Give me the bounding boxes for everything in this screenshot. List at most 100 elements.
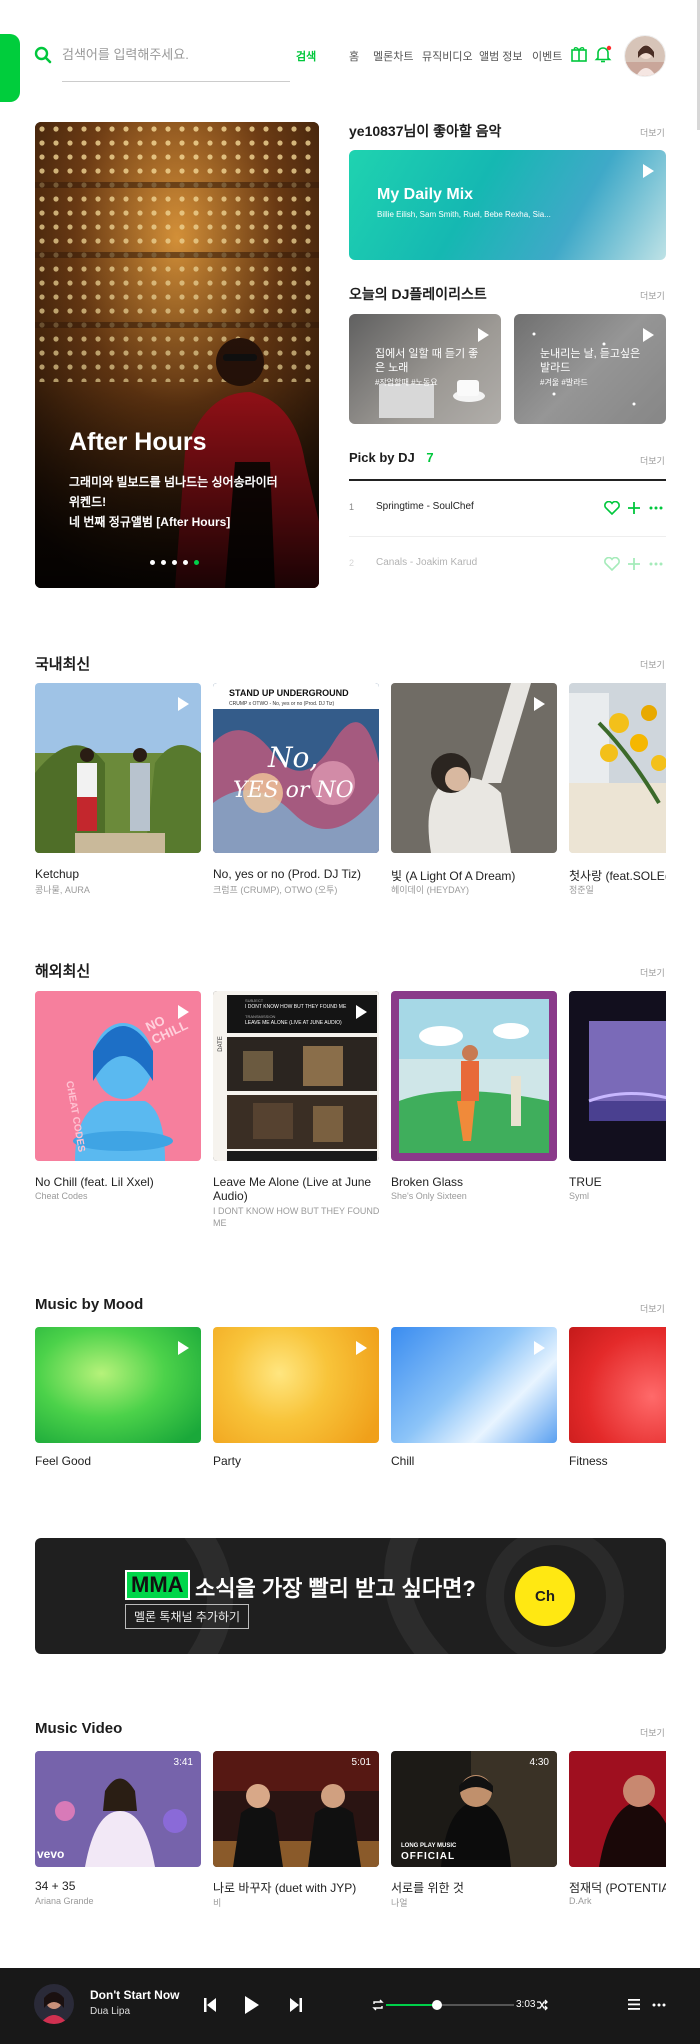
nav-event[interactable]: 이벤트 (532, 48, 562, 64)
add-icon[interactable] (627, 557, 641, 571)
play-icon[interactable] (643, 328, 654, 342)
daily-mix-card[interactable]: My Daily Mix Billie Eilish, Sam Smith, R… (349, 150, 666, 260)
now-playing-cover[interactable] (34, 1984, 74, 2024)
next-icon[interactable] (289, 1997, 303, 2013)
play-icon[interactable] (534, 697, 545, 711)
album-title[interactable]: 첫사랑 (feat.SOLE(쏠)) (569, 867, 666, 884)
album-title[interactable]: Broken Glass (391, 1175, 557, 1189)
album-title[interactable]: No, yes or no (Prod. DJ Tiz) (213, 867, 379, 881)
video-tile[interactable]: 5:01 (213, 1751, 379, 1867)
dj-playlist-more-link[interactable]: 더보기 (640, 289, 665, 302)
track-row[interactable]: 2 Canals - Joakim Karud (349, 537, 666, 593)
gift-icon[interactable] (570, 45, 588, 63)
play-icon[interactable] (178, 697, 189, 711)
pick-more-link[interactable]: 더보기 (640, 454, 665, 467)
track-row[interactable]: 1 Springtime - SoulChef (349, 481, 666, 537)
more-icon[interactable] (649, 506, 663, 510)
more-icon[interactable] (649, 562, 663, 566)
video-artist[interactable]: Ariana Grande (35, 1896, 201, 1906)
video-artist[interactable]: D.Ark (569, 1896, 666, 1906)
video-title-text[interactable]: 서로를 위한 것 (391, 1879, 557, 1896)
mood-label[interactable]: Feel Good (35, 1454, 91, 1468)
play-icon[interactable] (356, 1341, 367, 1355)
album-tile[interactable] (569, 683, 666, 853)
overseas-more-link[interactable]: 더보기 (640, 966, 665, 979)
album-title[interactable]: TRUE (569, 1175, 666, 1189)
video-tile[interactable]: 4:30 LONG PLAY MUSIC OFFICIAL (391, 1751, 557, 1867)
previous-icon[interactable] (203, 1997, 217, 2013)
play-icon[interactable] (356, 691, 367, 705)
album-artist[interactable]: 콩나물, AURA (35, 883, 201, 896)
album-artist[interactable]: 정준일 (569, 883, 666, 896)
play-icon[interactable] (478, 328, 489, 342)
domestic-more-link[interactable]: 더보기 (640, 658, 665, 671)
pagination-dot[interactable] (172, 560, 177, 565)
album-tile[interactable] (391, 683, 557, 853)
play-icon[interactable] (178, 1005, 189, 1019)
album-artist[interactable]: 헤이데이 (HEYDAY) (391, 883, 557, 896)
bell-icon[interactable] (594, 45, 612, 63)
more-icon[interactable] (652, 2003, 666, 2007)
search-button[interactable]: 검색 (296, 48, 316, 64)
album-artist-line-1[interactable]: I DONT KNOW HOW BUT THEY FOUND (213, 1205, 379, 1217)
search-icon[interactable] (34, 46, 52, 64)
dj-playlist-card[interactable]: 집에서 일할 때 듣기 좋 은 노래 #작업할때 #노동요 (349, 314, 501, 424)
album-tile[interactable] (35, 683, 201, 853)
mood-tile[interactable] (35, 1327, 201, 1443)
mma-ad-banner[interactable]: MMA 소식을 가장 빨리 받고 싶다면? 멜론 톡채널 추가하기 Ch (35, 1538, 666, 1654)
shuffle-icon[interactable] (536, 1999, 548, 2011)
nav-chart[interactable]: 멜론차트 (373, 48, 413, 64)
album-artist[interactable]: Cheat Codes (35, 1191, 201, 1201)
video-title-text[interactable]: 34 + 35 (35, 1879, 201, 1893)
album-tile[interactable]: NO CHILL CHEAT CODES (35, 991, 201, 1161)
play-icon[interactable] (534, 1341, 545, 1355)
video-artist[interactable]: 나얼 (391, 1896, 557, 1909)
play-icon[interactable] (178, 1341, 189, 1355)
pagination-dot[interactable] (183, 560, 188, 565)
feature-banner[interactable]: After Hours 그래미와 빌보드를 넘나드는 싱어송라이터 위켄드! 네… (35, 122, 319, 588)
album-title[interactable]: No Chill (feat. Lil Xxel) (35, 1175, 201, 1189)
album-title[interactable]: Leave Me Alone (Live at June Audio) (213, 1175, 379, 1203)
video-title-text[interactable]: 나로 바꾸자 (duet with JYP) (213, 1879, 379, 1896)
mood-tile[interactable] (391, 1327, 557, 1443)
album-title[interactable]: 빛 (A Light Of A Dream) (391, 867, 557, 884)
search-input[interactable] (62, 42, 290, 82)
play-icon[interactable] (356, 1005, 367, 1019)
album-tile[interactable] (569, 991, 666, 1161)
heart-icon[interactable] (604, 501, 620, 515)
album-artist[interactable]: 크럼프 (CRUMP), OTWO (오투) (213, 883, 379, 896)
kakao-channel-icon[interactable]: Ch (515, 1566, 575, 1626)
add-icon[interactable] (627, 501, 641, 515)
mood-label[interactable]: Chill (391, 1454, 414, 1468)
album-artist[interactable]: She's Only Sixteen (391, 1191, 557, 1201)
album-title-line-2[interactable]: Audio) (213, 1189, 379, 1203)
album-tile[interactable]: STAND UP UNDERGROUND CRUMP x OTWO - No, … (213, 683, 379, 853)
mood-more-link[interactable]: 더보기 (640, 1302, 665, 1315)
album-artist[interactable]: Syml (569, 1191, 666, 1201)
mood-tile[interactable] (569, 1327, 666, 1443)
nav-home[interactable]: 홈 (349, 48, 359, 64)
video-artist[interactable]: 비 (213, 1896, 379, 1909)
progress-handle[interactable] (432, 2000, 443, 2010)
now-playing-title[interactable]: Don't Start Now (90, 1988, 180, 2002)
progress-track[interactable] (386, 2000, 514, 2010)
play-icon[interactable] (643, 164, 654, 178)
mood-label[interactable]: Party (213, 1454, 241, 1468)
video-more-link[interactable]: 더보기 (640, 1726, 665, 1739)
recommend-more-link[interactable]: 더보기 (640, 126, 665, 139)
repeat-icon[interactable] (372, 1999, 384, 2011)
album-tile[interactable] (391, 991, 557, 1161)
video-title-text[interactable]: 점재덕 (POTENTIAL) (569, 1879, 666, 1896)
user-avatar[interactable] (624, 35, 666, 77)
album-artist[interactable]: I DONT KNOW HOW BUT THEY FOUND ME (213, 1205, 379, 1231)
pagination-dot-active[interactable] (194, 560, 199, 565)
album-title[interactable]: Ketchup (35, 867, 201, 881)
album-tile[interactable]: SUBJECT I DONT KNOW HOW BUT THEY FOUND M… (213, 991, 379, 1161)
track-title[interactable]: Canals - Joakim Karud (376, 557, 477, 568)
pagination-dot[interactable] (161, 560, 166, 565)
ad-channel-button[interactable]: 멜론 톡채널 추가하기 (125, 1604, 250, 1629)
track-title[interactable]: Springtime - SoulChef (376, 501, 474, 512)
mood-label[interactable]: Fitness (569, 1454, 608, 1468)
mood-tile[interactable] (213, 1327, 379, 1443)
album-artist-line-2[interactable]: ME (213, 1217, 379, 1229)
